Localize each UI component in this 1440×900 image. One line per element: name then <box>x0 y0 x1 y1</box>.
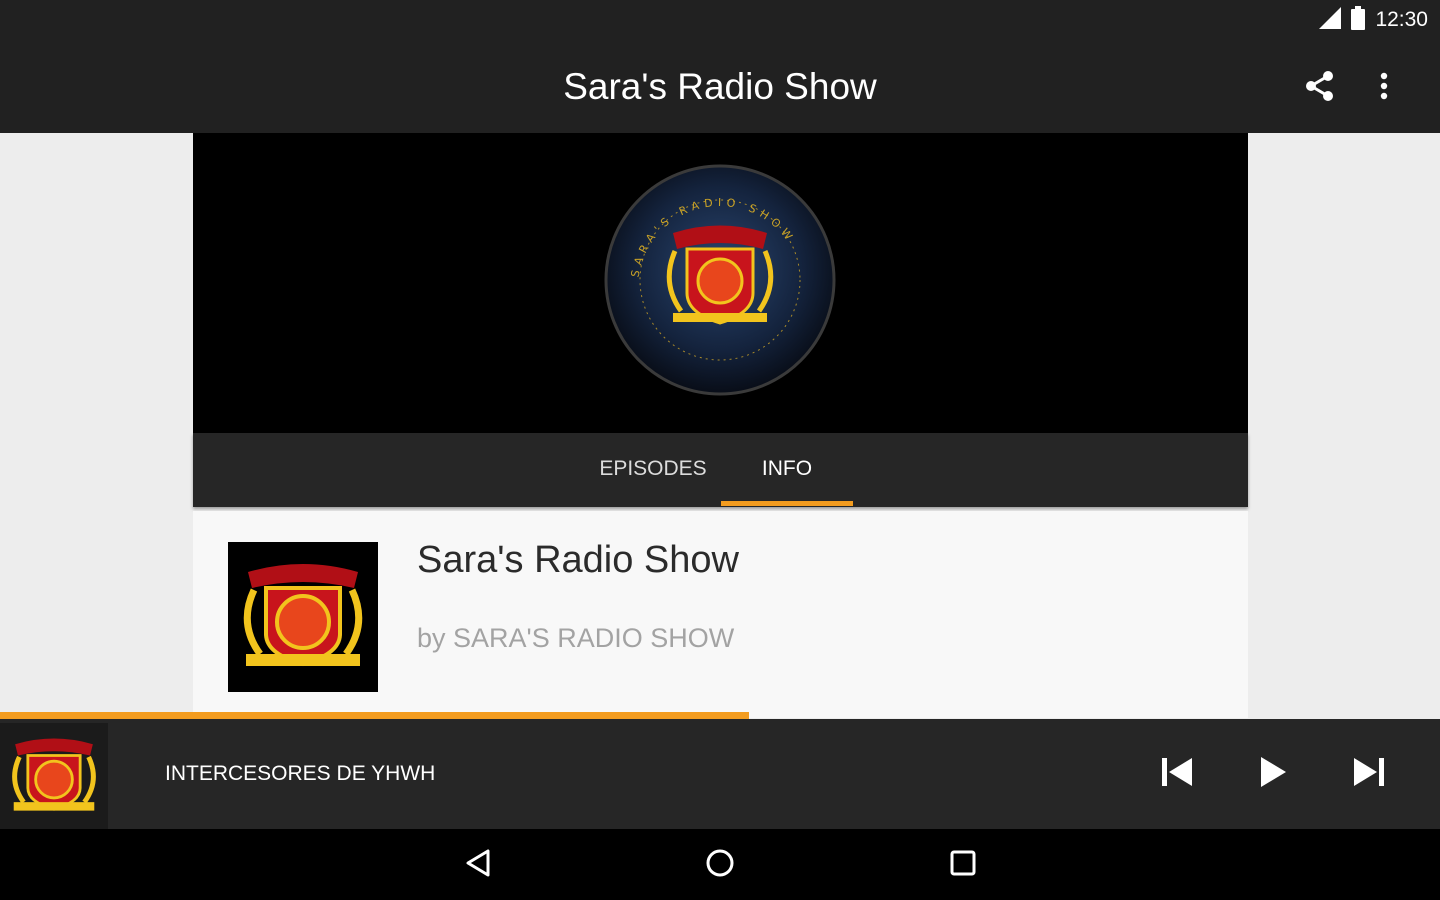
play-button[interactable] <box>1248 749 1298 799</box>
share-icon <box>1303 69 1337 108</box>
play-icon <box>1258 755 1288 794</box>
skip-previous-button[interactable] <box>1152 749 1202 799</box>
now-playing-title: INTERCESORES DE YHWH <box>165 762 436 785</box>
podcast-info-panel: Sara's Radio Show by SARA'S RADIO SHOW <box>193 511 1248 718</box>
app-toolbar: Sara's Radio Show <box>0 40 1440 133</box>
home-button[interactable] <box>692 841 748 889</box>
skip-previous-icon <box>1160 756 1194 793</box>
tab-selected-indicator <box>721 501 853 506</box>
system-nav-bar <box>0 829 1440 900</box>
podcast-hero-banner: SARA'S RADIO SHOW <box>193 133 1248 433</box>
podcast-title: Sara's Radio Show <box>417 539 739 581</box>
podcast-author: by SARA'S RADIO SHOW <box>417 623 735 653</box>
recents-icon <box>949 849 977 882</box>
back-button[interactable] <box>450 841 506 889</box>
recents-button[interactable] <box>935 841 991 889</box>
podcast-logo: SARA'S RADIO SHOW <box>603 163 837 397</box>
tab-info[interactable]: INFO <box>721 433 853 507</box>
tab-episodes[interactable]: EPISODES <box>588 433 718 507</box>
battery-icon <box>1351 5 1366 35</box>
playback-progress-bar[interactable] <box>0 712 1440 719</box>
more-options-button[interactable] <box>1360 64 1408 112</box>
status-icons: 12:30 <box>1319 5 1428 35</box>
skip-next-button[interactable] <box>1344 749 1394 799</box>
more-vert-icon <box>1379 71 1389 106</box>
status-time: 12:30 <box>1375 8 1428 31</box>
status-bar: 12:30 <box>0 0 1440 40</box>
now-playing-artwork[interactable] <box>0 723 108 829</box>
share-button[interactable] <box>1296 64 1344 112</box>
podcast-thumbnail <box>228 542 378 692</box>
skip-next-icon <box>1352 756 1386 793</box>
podcast-card: SARA'S RADIO SHOW EPISODES INFO Sara's R… <box>193 133 1248 718</box>
back-icon <box>464 848 492 883</box>
signal-icon <box>1319 6 1342 34</box>
mini-player: INTERCESORES DE YHWH <box>0 719 1440 829</box>
playback-progress-fill <box>0 712 749 719</box>
home-icon <box>705 848 735 883</box>
page-title: Sara's Radio Show <box>563 66 877 107</box>
tab-bar: EPISODES INFO <box>193 433 1248 507</box>
